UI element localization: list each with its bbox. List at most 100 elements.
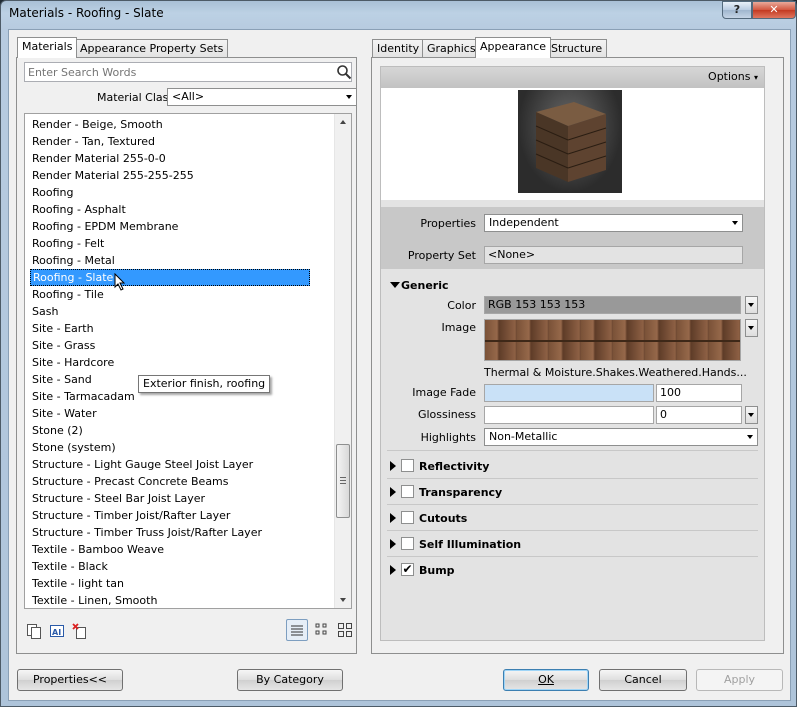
property-set-label: Property Set [407,249,476,262]
list-item[interactable]: Site - Water [30,405,97,422]
tab-structure[interactable]: Structure [546,39,608,58]
expand-self-illumination-icon[interactable] [390,539,396,549]
section-bump[interactable]: ✔ Bump [381,557,764,583]
scroll-down-icon[interactable] [340,598,346,602]
tab-appearance[interactable]: Appearance [475,37,552,58]
tab-graphics[interactable]: Graphics [422,39,481,58]
list-item[interactable]: Structure - Timber Joist/Rafter Layer [30,507,230,524]
list-item[interactable]: Textile - Black [30,558,108,575]
scroll-up-icon[interactable] [340,120,346,124]
rename-material-icon[interactable]: AI [49,623,65,639]
image-name[interactable]: Thermal & Moisture.Shakes.Weathered.Hand… [484,366,747,379]
list-item[interactable]: Structure - Light Gauge Steel Joist Laye… [30,456,253,473]
properties-select[interactable]: Independent [484,214,743,232]
large-thumbnail-icon[interactable] [337,622,353,638]
chevron-down-icon [346,95,352,99]
search-input[interactable] [26,64,334,81]
materials-dialog: Materials - Roofing - Slate ? ✕ Material… [0,0,797,707]
svg-text:AI: AI [52,628,61,637]
expand-reflectivity-icon[interactable] [390,461,396,471]
duplicate-material-icon[interactable] [26,623,42,639]
tab-materials[interactable]: Materials [17,37,78,58]
reflectivity-checkbox[interactable] [401,459,414,472]
transparency-checkbox[interactable] [401,485,414,498]
chevron-down-icon [748,326,754,330]
list-item[interactable]: Structure - Timber Truss Joist/Rafter La… [30,524,262,541]
ok-button[interactable]: OK [503,669,589,691]
list-item[interactable]: Structure - Steel Bar Joist Layer [30,490,205,507]
list-item[interactable]: Render - Tan, Textured [30,133,155,150]
list-item[interactable]: Render - Beige, Smooth [30,116,163,133]
list-view-toggle[interactable] [286,619,308,641]
color-dropdown[interactable] [745,296,758,314]
list-item[interactable]: Render Material 255-255-255 [30,167,194,184]
section-transparency[interactable]: Transparency [381,479,764,505]
color-swatch[interactable]: RGB 153 153 153 [484,296,741,314]
bump-heading: Bump [419,564,455,577]
ok-label: OK [538,673,554,686]
delete-material-icon[interactable] [72,623,88,639]
list-item[interactable]: Textile - Linen, Smooth [30,592,157,608]
tab-appearance-property-sets[interactable]: Appearance Property Sets [75,39,229,58]
bump-checkbox[interactable]: ✔ [401,563,414,576]
property-set-field: <None> [484,246,743,264]
search-icon[interactable] [336,64,352,80]
cancel-button[interactable]: Cancel [599,669,687,691]
close-button[interactable]: ✕ [752,1,796,19]
tab-identity[interactable]: Identity [372,39,425,58]
list-item[interactable]: Roofing - Felt [30,235,104,252]
image-fade-slider[interactable] [484,384,654,402]
expand-transparency-icon[interactable] [390,487,396,497]
help-button[interactable]: ? [722,1,752,19]
self-illumination-checkbox[interactable] [401,537,414,550]
list-item[interactable]: Roofing - Asphalt [30,201,126,218]
list-item[interactable]: Roofing - Metal [30,252,115,269]
highlights-select[interactable]: Non-Metallic [484,428,758,446]
chevron-down-icon [732,221,738,225]
list-item[interactable]: Stone (system) [30,439,116,456]
expand-cutouts-icon[interactable] [390,513,396,523]
list-item[interactable]: Site - Grass [30,337,95,354]
scroll-thumb[interactable] [336,444,350,518]
list-item[interactable]: Textile - Bamboo Weave [30,541,164,558]
list-item[interactable]: Roofing - EPDM Membrane [30,218,178,235]
material-preview-image[interactable] [518,90,622,193]
image-thumbnail[interactable] [484,319,741,361]
cutouts-checkbox[interactable] [401,511,414,524]
list-item[interactable]: Structure - Precast Concrete Beams [30,473,229,490]
section-self-illumination[interactable]: Self Illumination [381,531,764,557]
list-item[interactable]: Roofing - Tile [30,286,104,303]
material-class-select[interactable]: <All> [167,88,357,106]
list-item[interactable]: Roofing [30,184,74,201]
generic-separator [387,450,758,451]
section-reflectivity[interactable]: Reflectivity [381,453,764,479]
expand-bump-icon[interactable] [390,565,396,575]
list-item[interactable]: Textile - light tan [30,575,124,592]
list-item[interactable]: Site - Earth [30,320,94,337]
list-item[interactable]: Site - Sand [30,371,92,388]
title-bar: Materials - Roofing - Slate ? ✕ [1,1,797,29]
list-scrollbar[interactable] [334,114,351,608]
image-fade-input[interactable]: 100 [656,384,742,402]
list-view-icon [291,625,303,636]
material-class-value: <All> [172,90,205,103]
expand-generic-icon[interactable] [390,282,400,288]
list-item[interactable]: Site - Hardcore [30,354,114,371]
list-item[interactable]: Site - Tarmacadam [30,388,135,405]
small-thumbnail-icon[interactable] [314,622,330,638]
glossiness-dropdown[interactable] [745,406,758,424]
options-menu[interactable]: Options ▾ [708,70,758,83]
list-item[interactable]: Render Material 255-0-0 [30,150,166,167]
material-list[interactable]: Render - Beige, Smooth Render - Tan, Text… [24,113,352,609]
image-dropdown[interactable] [745,319,758,337]
properties-toggle-button[interactable]: Properties<< [17,669,123,691]
section-cutouts[interactable]: Cutouts [381,505,764,531]
appearance-content: Options ▾ Properties Independent Propert… [380,66,765,641]
list-item[interactable]: Sash [30,303,58,320]
list-item[interactable]: Roofing - Slate [30,269,310,286]
by-category-button[interactable]: By Category [237,669,343,691]
highlights-value: Non-Metallic [489,430,558,443]
glossiness-input[interactable]: 0 [656,406,742,424]
glossiness-slider[interactable] [484,406,654,424]
list-item[interactable]: Stone (2) [30,422,83,439]
